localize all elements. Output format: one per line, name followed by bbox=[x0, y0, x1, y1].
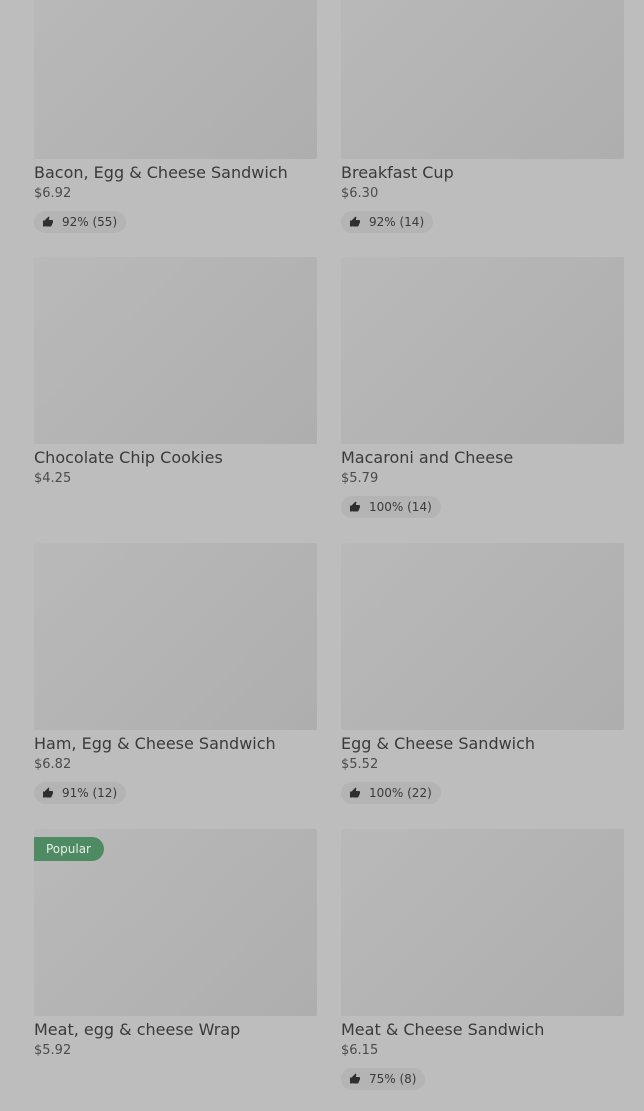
menu-item-image bbox=[341, 257, 624, 444]
menu-item-image bbox=[341, 0, 624, 159]
menu-item-card[interactable]: Chocolate Chip Cookies $4.25 bbox=[34, 257, 317, 487]
thumbs-up-icon bbox=[43, 787, 53, 798]
rating-pill: 100% (22) bbox=[341, 782, 441, 804]
popular-badge: Popular bbox=[34, 837, 104, 861]
rating-text: 92% (14) bbox=[369, 215, 425, 229]
menu-item-title: Chocolate Chip Cookies bbox=[34, 448, 223, 467]
rating-pill: 91% (12) bbox=[34, 782, 127, 804]
menu-item-card[interactable]: Macaroni and Cheese $5.79 100% (14) bbox=[341, 257, 624, 518]
thumbs-up-icon bbox=[350, 1073, 360, 1084]
menu-item-image: Popular bbox=[34, 829, 317, 1016]
rating-pill: 92% (55) bbox=[34, 211, 127, 233]
menu-item-price: $5.79 bbox=[341, 471, 379, 486]
menu-item-card[interactable]: Ham, Egg & Cheese Sandwich $6.82 91% (12… bbox=[34, 543, 317, 804]
menu-item-card[interactable]: Egg & Cheese Sandwich $5.52 100% (22) bbox=[341, 543, 624, 804]
thumbs-up-icon bbox=[350, 501, 360, 512]
rating-pill: 75% (8) bbox=[341, 1068, 426, 1090]
menu-item-image bbox=[341, 829, 624, 1016]
menu-item-title: Meat, egg & cheese Wrap bbox=[34, 1020, 241, 1039]
rating-text: 100% (22) bbox=[369, 786, 432, 800]
menu-item-title: Ham, Egg & Cheese Sandwich bbox=[34, 734, 276, 753]
menu-item-card[interactable]: Bacon, Egg & Cheese Sandwich $6.92 92% (… bbox=[34, 0, 317, 233]
rating-pill: 92% (14) bbox=[341, 211, 434, 233]
menu-item-image bbox=[34, 0, 317, 159]
rating-text: 92% (55) bbox=[62, 215, 118, 229]
rating-text: 75% (8) bbox=[369, 1072, 417, 1086]
menu-item-title: Egg & Cheese Sandwich bbox=[341, 734, 536, 753]
rating-text: 100% (14) bbox=[369, 500, 432, 514]
menu-item-price: $5.52 bbox=[341, 757, 379, 772]
menu-item-price: $6.82 bbox=[34, 757, 72, 772]
menu-item-price: $5.92 bbox=[34, 1043, 72, 1058]
menu-item-image bbox=[34, 543, 317, 730]
thumbs-up-icon bbox=[350, 216, 360, 227]
menu-item-price: $6.92 bbox=[34, 186, 72, 201]
thumbs-up-icon bbox=[350, 787, 360, 798]
menu-item-price: $6.15 bbox=[341, 1043, 379, 1058]
menu-item-title: Meat & Cheese Sandwich bbox=[341, 1020, 545, 1039]
menu-item-price: $4.25 bbox=[34, 471, 72, 486]
menu-item-card[interactable]: Breakfast Cup $6.30 92% (14) bbox=[341, 0, 624, 233]
menu-item-title: Bacon, Egg & Cheese Sandwich bbox=[34, 163, 288, 182]
menu-item-image bbox=[34, 257, 317, 444]
thumbs-up-icon bbox=[43, 216, 53, 227]
menu-item-image bbox=[341, 543, 624, 730]
menu-item-price: $6.30 bbox=[341, 186, 379, 201]
rating-text: 91% (12) bbox=[62, 786, 118, 800]
menu-item-title: Macaroni and Cheese bbox=[341, 448, 514, 467]
menu-item-card[interactable]: Meat & Cheese Sandwich $6.15 75% (8) bbox=[341, 829, 624, 1090]
rating-pill: 100% (14) bbox=[341, 496, 441, 518]
menu-item-title: Breakfast Cup bbox=[341, 163, 454, 182]
menu-item-card[interactable]: Popular Meat, egg & cheese Wrap $5.92 bbox=[34, 829, 317, 1059]
